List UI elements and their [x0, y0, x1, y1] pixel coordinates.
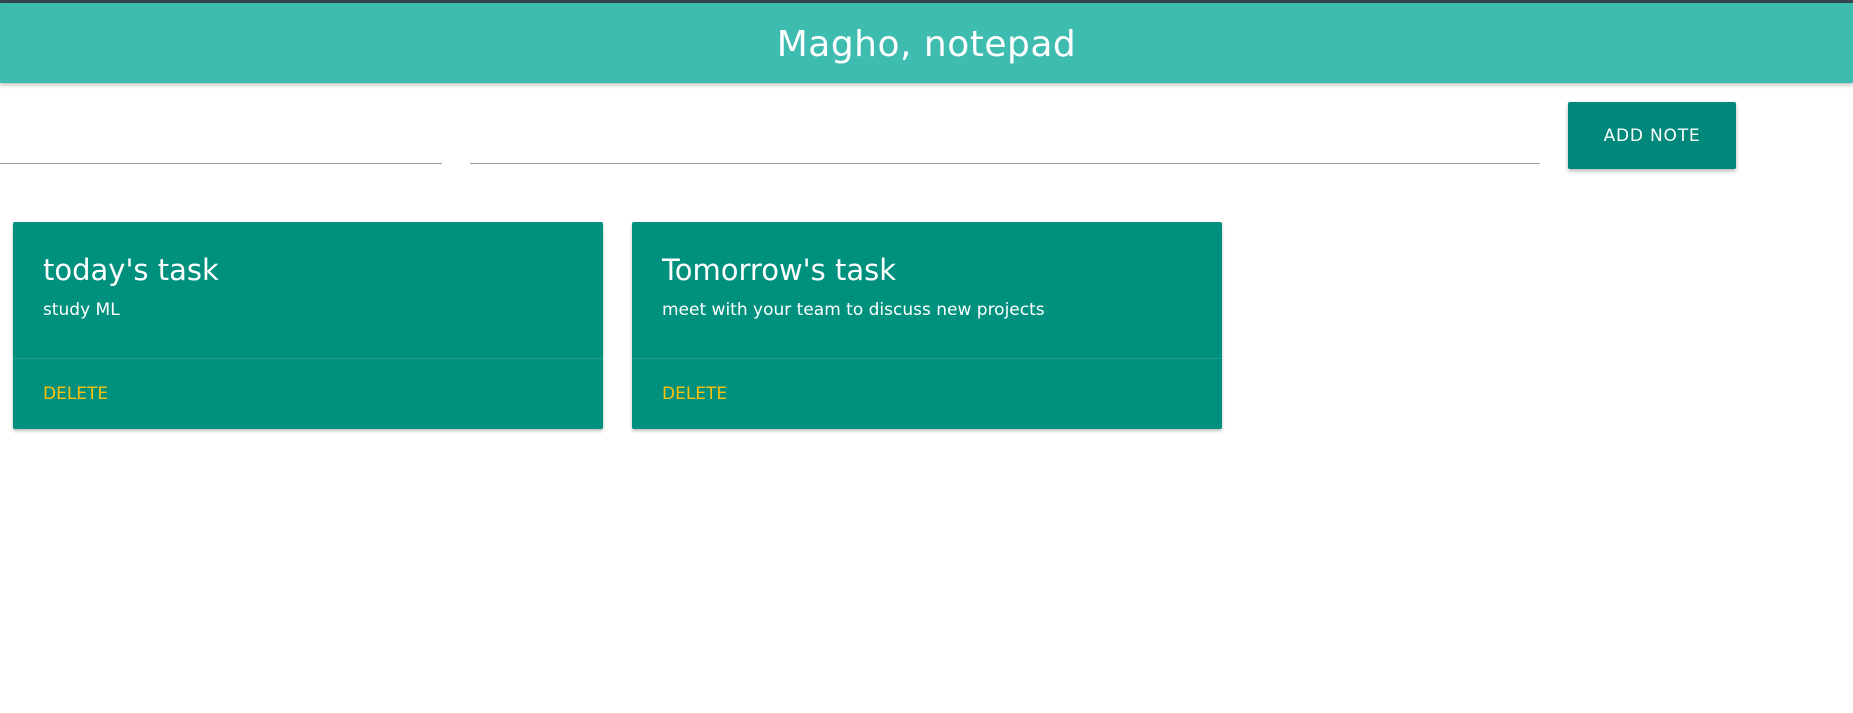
delete-note-button[interactable]: DELETE: [43, 384, 108, 404]
delete-note-button[interactable]: DELETE: [662, 384, 727, 404]
app-header: Magho, notepad: [0, 3, 1853, 83]
note-title-input[interactable]: [0, 122, 442, 164]
note-text: meet with your team to discuss new proje…: [662, 300, 1045, 320]
note-body-input[interactable]: [470, 122, 1540, 164]
card-content: today's task study ML: [13, 222, 603, 359]
note-card: Tomorrow's task meet with your team to d…: [632, 222, 1222, 429]
card-action: DELETE: [632, 359, 1222, 429]
note-card: today's task study ML DELETE: [13, 222, 603, 429]
add-note-button[interactable]: ADD NOTE: [1568, 102, 1736, 169]
note-title: today's task: [43, 253, 219, 287]
note-title: Tomorrow's task: [662, 253, 897, 287]
card-action: DELETE: [13, 359, 603, 429]
page-title: Magho, notepad: [776, 23, 1077, 65]
note-text: study ML: [43, 300, 120, 320]
card-content: Tomorrow's task meet with your team to d…: [632, 222, 1222, 359]
